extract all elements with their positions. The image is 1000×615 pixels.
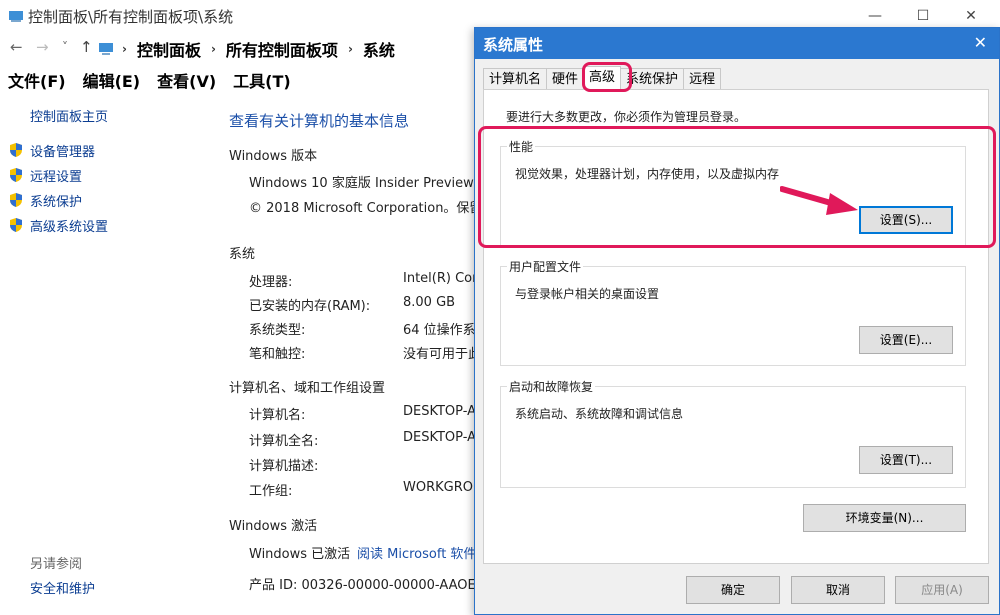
copyright-text: © 2018 Microsoft Corporation。保留所 [249, 201, 479, 216]
tab-hardware[interactable]: 硬件 [546, 68, 585, 89]
admin-notice: 要进行大多数更改，你必须作为管理员登录。 [506, 110, 747, 124]
breadcrumb-separator: › [122, 42, 127, 56]
startup-recovery-group: 启动和故障恢复 系统启动、系统故障和调试信息 设置(T)... [500, 378, 966, 488]
breadcrumb-system[interactable]: 系统 [363, 37, 395, 61]
computer-row-label: 计算机全名: [249, 434, 319, 449]
user-profiles-label: 用户配置文件 [507, 258, 584, 275]
minimize-button[interactable]: — [852, 4, 898, 28]
system-row-value: Intel(R) Core [403, 271, 479, 286]
window-title: 控制面板\所有控制面板项\系统 [28, 8, 234, 26]
back-arrow-icon[interactable]: ← [10, 38, 23, 56]
ok-button[interactable]: 确定 [686, 576, 780, 604]
edition-text: Windows 10 家庭版 Insider Preview [249, 176, 474, 191]
computer-row-label: 计算机名: [249, 408, 306, 423]
control-panel-home-link[interactable]: 控制面板主页 [30, 106, 108, 125]
system-heading: 系统 [229, 247, 256, 262]
system-properties-dialog: 系统属性 ✕ 计算机名 硬件 高级 系统保护 远程 要进行大多数更改，你必须作为… [474, 27, 1000, 615]
sidebar-item-label: 设备管理器 [30, 144, 96, 160]
sidebar-item-label: 高级系统设置 [30, 219, 109, 235]
system-row-value: 8.00 GB [403, 295, 456, 310]
breadcrumb-control-panel[interactable]: 控制面板 [137, 37, 201, 61]
pointer-arrow-icon [780, 186, 858, 215]
sidebar-item-device-manager[interactable]: 设备管理器 [8, 140, 95, 160]
computer-row-value: DESKTOP-A [403, 430, 477, 445]
menu-view[interactable]: 查看(V) [149, 68, 225, 92]
forward-arrow-icon[interactable]: → [36, 38, 49, 56]
advanced-tab-highlight [582, 62, 632, 92]
computer-name-heading: 计算机名、域和工作组设置 [229, 381, 386, 396]
breadcrumb-separator: › [210, 42, 216, 56]
shield-icon [10, 193, 22, 207]
sidebar-item-label: 系统保护 [30, 194, 83, 210]
menu-tools[interactable]: 工具(T) [225, 68, 300, 92]
computer-row-label: 计算机描述: [249, 459, 319, 474]
user-profiles-description: 与登录帐户相关的桌面设置 [515, 287, 660, 301]
sidebar-item-label: 远程设置 [30, 169, 83, 185]
computer-row-value: WORKGROU [403, 480, 479, 495]
performance-group-highlight [478, 126, 996, 248]
recent-locations-chevron-icon[interactable]: ˅ [62, 40, 68, 54]
startup-recovery-label: 启动和故障恢复 [507, 378, 596, 395]
dialog-titlebar: 系统属性 ✕ [475, 28, 999, 59]
apply-button[interactable]: 应用(A) [895, 576, 989, 604]
tab-computer-name[interactable]: 计算机名 [483, 68, 548, 89]
menu-edit[interactable]: 编辑(E) [75, 68, 150, 92]
system-row-label: 已安装的内存(RAM): [249, 299, 371, 314]
sidebar-item-advanced-settings[interactable]: 高级系统设置 [8, 215, 108, 235]
system-row-label: 处理器: [249, 275, 293, 290]
breadcrumb-separator: › [347, 42, 353, 56]
shield-icon [10, 143, 22, 157]
activation-heading: Windows 激活 [229, 519, 318, 534]
user-profiles-settings-button[interactable]: 设置(E)... [859, 326, 953, 354]
see-also-heading: 另请参阅 [30, 557, 83, 572]
shield-icon [10, 218, 22, 232]
system-row-value: 没有可用于此 [403, 347, 479, 362]
activation-status: Windows 已激活 [249, 547, 351, 562]
computer-location-icon [99, 43, 113, 55]
system-row-label: 系统类型: [249, 323, 306, 338]
menu-bar: 文件(F) 编辑(E) 查看(V) 工具(T) [0, 68, 300, 92]
license-terms-link[interactable]: 阅读 Microsoft 软件 [357, 543, 476, 562]
system-info-content: 查看有关计算机的基本信息 Windows 版本 Windows 10 家庭版 I… [229, 100, 479, 615]
user-profiles-group: 用户配置文件 与登录帐户相关的桌面设置 设置(E)... [500, 258, 966, 366]
close-button[interactable]: ✕ [948, 4, 994, 28]
sidebar-item-remote-settings[interactable]: 远程设置 [8, 165, 82, 185]
shield-icon [10, 168, 22, 182]
computer-row-value: DESKTOP-A [403, 404, 477, 419]
environment-variables-button[interactable]: 环境变量(N)... [803, 504, 966, 532]
dialog-close-icon[interactable]: ✕ [974, 33, 987, 52]
cancel-button[interactable]: 取消 [791, 576, 885, 604]
windows-edition-heading: Windows 版本 [229, 149, 318, 164]
system-row-label: 笔和触控: [249, 347, 306, 362]
tab-remote[interactable]: 远程 [683, 68, 722, 89]
left-navigation-pane: 控制面板主页 设备管理器 远程设置 系统保护 高级系统设置 另请参阅 安全和维护 [0, 100, 215, 615]
computer-row-label: 工作组: [249, 484, 293, 499]
startup-recovery-settings-button[interactable]: 设置(T)... [859, 446, 953, 474]
dialog-title: 系统属性 [483, 36, 544, 54]
sidebar-item-system-protection[interactable]: 系统保护 [8, 190, 82, 210]
security-maintenance-link[interactable]: 安全和维护 [30, 578, 95, 597]
up-arrow-icon[interactable]: ↑ [80, 38, 93, 56]
maximize-button[interactable]: ☐ [900, 4, 946, 28]
startup-recovery-description: 系统启动、系统故障和调试信息 [515, 407, 684, 421]
page-title: 查看有关计算机的基本信息 [229, 112, 410, 130]
address-bar[interactable]: › 控制面板 › 所有控制面板项 › 系统 [98, 36, 401, 62]
system-row-value: 64 位操作系 [403, 323, 476, 338]
menu-file[interactable]: 文件(F) [0, 68, 75, 92]
system-folder-icon [9, 11, 23, 22]
product-id: 产品 ID: 00326-00000-00000-AAOEM [249, 578, 479, 593]
breadcrumb-all-items[interactable]: 所有控制面板项 [226, 37, 338, 61]
